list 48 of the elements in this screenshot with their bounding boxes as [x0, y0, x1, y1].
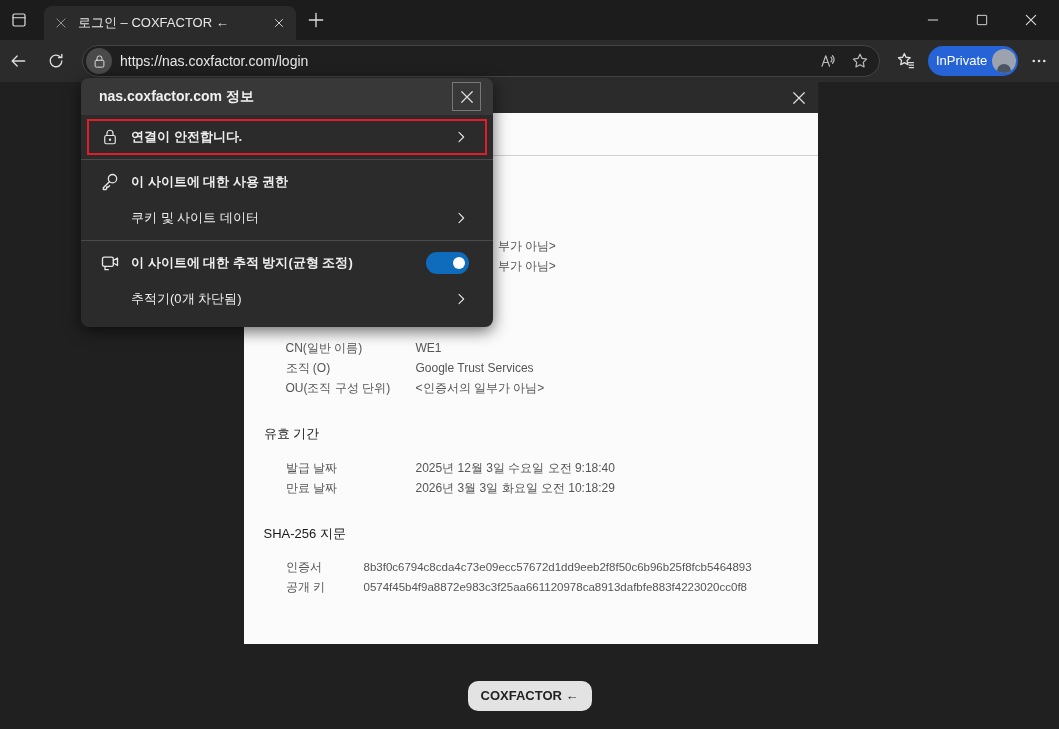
tab-title: 로그인 – COXFACTOR ← — [78, 14, 230, 33]
star-icon[interactable] — [851, 52, 869, 70]
page-title-button[interactable]: COXFACTOR ← — [467, 681, 592, 711]
field-value: <인증서의 일부가 아님> — [415, 380, 545, 397]
video-camera-icon — [100, 253, 120, 273]
close-icon[interactable] — [1023, 12, 1039, 28]
toggle-row: 이 사이트에 대한 추적 방지(균형 조정) — [87, 245, 487, 281]
field-value: 0574f45b4f9a8872e983c3f25aa661120978ca8913dafbfe883f4223020cc0f8 — [363, 580, 747, 595]
more-icon[interactable] — [1032, 59, 1047, 63]
field-value: Google Trust Services — [415, 360, 534, 377]
lock-icon — [91, 53, 107, 69]
popup-title: nas.coxfactor.com 정보 — [99, 87, 254, 106]
lock-icon — [101, 128, 119, 146]
section-heading: 유효 기간 — [263, 425, 321, 443]
menu-item[interactable]: 연결이 안전합니다. — [87, 119, 487, 155]
section-heading: SHA-256 지문 — [263, 524, 347, 543]
field-value: 부가 아님> — [497, 258, 557, 274]
field-value: 8b3f0c6794c8cda4c73e09ecc57672d1dd9eeb2f8f50c6b96b25f8fcb5464893 — [363, 560, 752, 575]
tab-actions-icon[interactable] — [10, 11, 28, 29]
field-label: 조직 (O) — [285, 360, 332, 377]
field-value: 2026년 3월 3일 화요일 오전 10:18:29 — [415, 479, 615, 497]
url-text: https://nas.coxfactor.com/login — [120, 51, 310, 71]
site-info-button[interactable] — [86, 48, 112, 74]
field-label: 발급 날짜 — [285, 459, 338, 477]
favorites-icon[interactable] — [896, 51, 916, 71]
avatar-icon — [992, 49, 1017, 73]
close-icon[interactable] — [272, 16, 286, 30]
key-icon — [100, 172, 120, 192]
field-value: 2025년 12월 3일 수요일 오전 9:18:40 — [415, 459, 615, 477]
menu-item[interactable]: 추적기(0개 차단됨) — [87, 281, 487, 317]
close-button[interactable] — [452, 82, 481, 111]
field-label: CN(일반 이름) — [285, 340, 364, 357]
field-label: 인증서 — [285, 559, 323, 576]
field-value: 부가 아님> — [497, 238, 557, 254]
browser-tab[interactable]: 로그인 – COXFACTOR ← — [44, 6, 296, 40]
maximize-icon[interactable] — [975, 13, 989, 27]
new-tab-icon[interactable] — [306, 10, 326, 30]
field-value: WE1 — [415, 340, 442, 357]
address-bar[interactable]: https://nas.coxfactor.com/login — [82, 45, 880, 77]
field-label: 공개 키 — [285, 579, 326, 596]
site-favicon-icon — [54, 16, 68, 30]
menu-item[interactable]: 쿠키 및 사이트 데이터 — [87, 200, 487, 236]
read-aloud-icon[interactable] — [819, 52, 837, 70]
inprivate-button[interactable]: InPrivate — [928, 46, 1019, 76]
menu-heading: 이 사이트에 대한 사용 권한 — [87, 164, 487, 200]
field-label: OU(조직 구성 단위) — [285, 380, 392, 397]
field-label: 만료 날짜 — [285, 479, 338, 497]
toggle-switch[interactable] — [426, 252, 469, 274]
